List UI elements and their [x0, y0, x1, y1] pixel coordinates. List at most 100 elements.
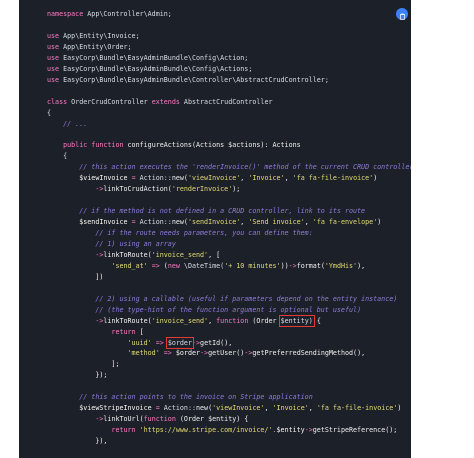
code-token: use — [47, 64, 64, 73]
code-token: 'YmdHis' — [324, 261, 358, 270]
code-token: { — [47, 152, 68, 161]
code-line: // (the type-hint of the function argume… — [47, 305, 361, 316]
code-token: -> — [200, 349, 209, 358]
highlighted-token: $entity) — [278, 314, 315, 327]
highlighted-token: $order — [165, 336, 194, 349]
code-line: use EasyCorp\Bundle\EasyAdminBundle\Conf… — [47, 53, 248, 64]
code-token: 'Invoice' — [248, 174, 285, 183]
code-token: (Order — [252, 316, 281, 325]
code-line: 'send_at' => (new \DateTime('+ 10 minute… — [47, 261, 365, 272]
code-line: // this action executes the 'renderInvoi… — [47, 162, 411, 173]
code-token: linkToRoute( — [103, 316, 152, 325]
code-token: App\Entity\Invoice; — [63, 31, 140, 40]
code-token: ]) — [47, 272, 104, 281]
code-block: namespace App\Controller\Admin; use App\E… — [19, 0, 411, 458]
code-line: ->linkToUrl(function (Order $entity) { — [47, 414, 248, 425]
code-token: new( — [171, 218, 188, 227]
code-token: class — [47, 97, 72, 106]
code-token: -> — [47, 250, 104, 259]
code-token: 'invoice_send' — [151, 316, 209, 325]
code-line: use EasyCorp\Bundle\EasyAdminBundle\Conf… — [47, 64, 252, 75]
code-token: 'viewInvoice' — [212, 404, 265, 413]
copy-button[interactable] — [396, 8, 408, 20]
code-token: 'renderInvoice' — [171, 185, 233, 194]
code-token: -> — [304, 426, 313, 435]
code-token: App\Controller\Admin; — [87, 10, 172, 18]
code-token: -> — [47, 316, 104, 325]
code-token: ); — [232, 185, 241, 194]
code-line: $sendInvoice = Action::new('sendInvoice'… — [47, 217, 381, 228]
code-line: 'method' => $order->getUser()->getPrefer… — [47, 348, 366, 359]
code-token: -> — [47, 415, 104, 424]
code-line: return 'https://www.stripe.com/invoice/'… — [47, 425, 397, 436]
code-line: namespace App\Controller\Admin; — [47, 9, 172, 20]
code-line: // this action points to the invoice on … — [47, 392, 313, 403]
code-line: ]; — [47, 359, 119, 370]
code-token: AbstractCrudController — [183, 97, 273, 106]
code-line: // ... — [47, 119, 87, 130]
code-token: 'fa fa-file-invoice' — [316, 404, 398, 413]
code-token: 'method' — [47, 349, 164, 358]
code-token: , — [284, 174, 293, 183]
code-token: }), — [47, 437, 108, 446]
code-token: getUser() — [208, 349, 245, 358]
code-token: \DateTime( — [183, 261, 225, 270]
code-token: 'https://www.stripe.com/invoice/' — [139, 426, 273, 435]
code-token: Action:: — [139, 218, 172, 227]
code-token: new — [167, 261, 184, 270]
code-token: public function — [47, 141, 128, 150]
code-line: $viewInvoice = Action::new('viewInvoice'… — [47, 173, 377, 184]
code-token: { — [47, 108, 52, 117]
code-token: ]; — [47, 360, 120, 369]
code-token: getPreferredSendingMethod(), — [252, 349, 366, 358]
code-token: 'Invoice' — [272, 404, 309, 413]
code-line: ->linkToRoute('invoice_send', [ — [47, 250, 220, 261]
code-token: ) — [373, 174, 378, 183]
code-line: use App\Entity\Order; — [47, 42, 132, 53]
code-token: ) — [377, 218, 382, 227]
code-token: // ... — [47, 119, 88, 128]
code-token: $sendInvoice — [47, 218, 132, 227]
code-token: -> — [191, 338, 201, 347]
code-token: }); — [47, 371, 108, 380]
code-token: // this action executes the 'renderInvoi… — [47, 163, 411, 172]
code-token: = — [131, 218, 140, 227]
code-line: { — [47, 151, 67, 162]
code-token: use — [47, 31, 64, 40]
code-token: Action:: — [163, 404, 196, 413]
code-line: ->linkToRoute('invoice_send', function (… — [47, 314, 321, 327]
code-token: => — [151, 261, 164, 270]
code-token: return — [47, 426, 140, 435]
code-token: 'send_at' — [47, 261, 152, 270]
code-token: function — [143, 415, 180, 424]
code-token: '+ 10 minutes' — [224, 261, 281, 270]
code-token: $entity — [276, 426, 305, 435]
code-token: EasyCorp\Bundle\EasyAdminBundle\Config\A… — [63, 64, 253, 73]
code-token: configureActions(Actions $actions): Acti… — [127, 141, 301, 150]
code-token: use — [47, 75, 64, 84]
code-token: new( — [171, 174, 188, 183]
code-token: => — [163, 349, 176, 358]
code-token: ) — [397, 404, 402, 413]
code-token: // 1) using an array — [47, 239, 176, 248]
code-line: return [ — [47, 327, 143, 338]
code-token: EasyCorp\Bundle\EasyAdminBundle\Config\A… — [63, 53, 249, 62]
code-token: , — [208, 316, 217, 325]
code-token: $order — [175, 349, 201, 358]
code-line: { — [47, 108, 51, 119]
code-token: , — [304, 218, 313, 227]
code-line: class OrderCrudController extends Abstra… — [47, 97, 273, 108]
code-token: (Order $entity) { — [179, 415, 249, 424]
code-token: = — [131, 174, 140, 183]
code-token: format( — [296, 261, 325, 270]
code-token: new( — [196, 404, 213, 413]
code-token: OrderCrudController — [71, 97, 152, 106]
code-token: // (the type-hint of the function argume… — [47, 305, 362, 314]
code-token: App\Entity\Order; — [63, 42, 132, 51]
code-line: $viewStripeInvoice = Action::new('viewIn… — [47, 403, 401, 414]
code-token: linkToCrudAction( — [103, 185, 172, 194]
code-token: 'sendInvoice' — [187, 218, 241, 227]
code-token: getStripeReference(); — [312, 426, 398, 435]
code-token: // if the method is not defined in a CRU… — [47, 207, 366, 216]
code-line: // 2) using a callable (useful if parame… — [47, 294, 397, 305]
